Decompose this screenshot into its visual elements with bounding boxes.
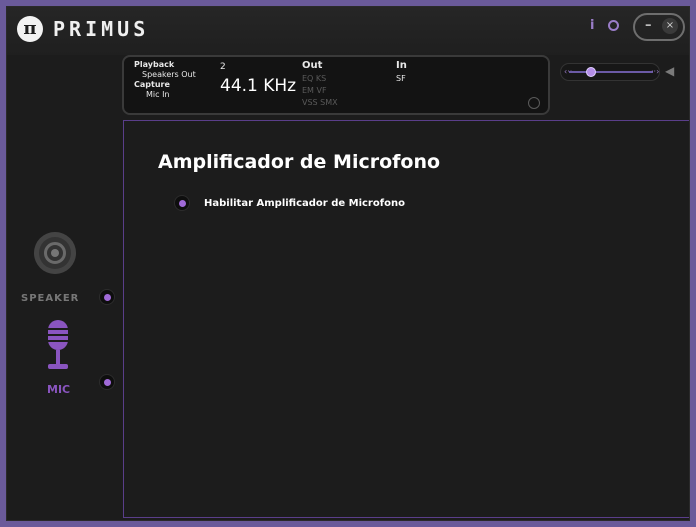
mic-radio[interactable] [99,374,115,390]
capture-device: Mic In [146,90,170,99]
main-panel: Amplificador de Microfono Habilitar Ampl… [123,120,689,518]
out-tags-row3: VSS SMX [302,98,338,107]
volume-slider[interactable]: ‹·· ··› [560,63,660,81]
status-settings-icon[interactable] [528,97,540,109]
enable-mic-amplifier-radio[interactable] [174,195,190,211]
app-name: PRIMUS [53,17,150,41]
mic-label: MIC [47,383,71,396]
speaker-dot [51,249,59,257]
primus-logo-icon: π [17,16,43,42]
volume-track[interactable] [569,71,653,73]
mic-device-icon[interactable] [46,320,70,376]
minimize-button[interactable]: – [645,18,652,33]
out-tags-row1: EQ KS [302,74,327,83]
enable-mic-amplifier-label[interactable]: Habilitar Amplificador de Microfono [204,198,405,209]
playback-label: Playback [134,60,175,69]
in-tag: SF [396,74,406,83]
in-label: In [396,60,407,71]
out-tags-row2: EM VF [302,86,327,95]
volume-right-glyph: ··› [651,67,660,76]
status-panel: Playback Speakers Out 2 Capture Mic In 4… [122,55,550,115]
capture-label: Capture [134,80,170,89]
mic-head [48,320,68,350]
title-bar: π PRIMUS i – × [7,7,689,55]
out-label: Out [302,60,323,71]
info-button[interactable]: i [590,18,594,33]
channel-count: 2 [220,62,226,72]
page-title: Amplificador de Microfono [158,151,441,173]
app-window: π PRIMUS i – × Playback Speakers Out 2 C… [6,6,690,521]
settings-icon[interactable] [608,20,619,31]
mic-base [48,364,68,369]
speaker-label: SPEAKER [21,293,80,304]
sample-rate: 44.1 KHz [220,76,297,96]
speaker-volume-icon[interactable]: ◀ [665,64,674,78]
close-button[interactable]: × [662,18,678,34]
speaker-radio[interactable] [99,289,115,305]
playback-device: Speakers Out [142,70,196,79]
speaker-device-icon[interactable] [34,232,76,274]
volume-knob[interactable] [586,67,596,77]
